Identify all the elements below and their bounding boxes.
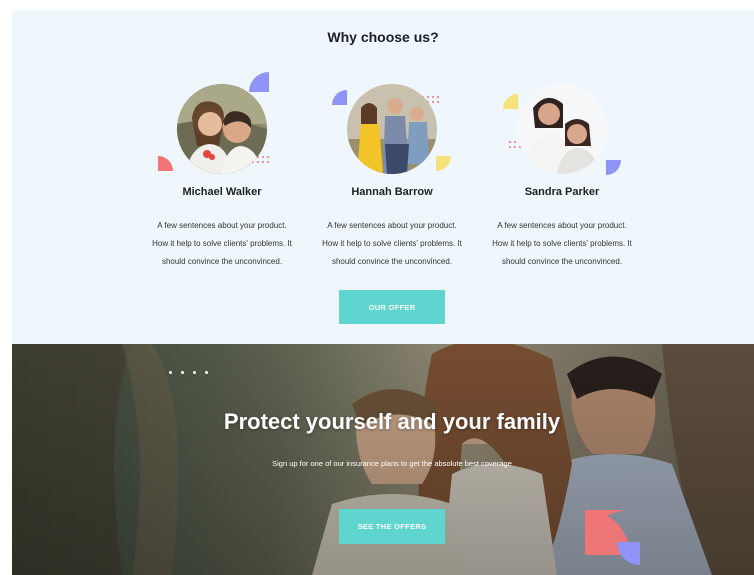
see-offers-button[interactable]: SEE THE OFFERS: [339, 509, 445, 544]
quarter-circle-deco: [158, 156, 173, 171]
quarter-circle-deco: [503, 94, 518, 109]
section-title: Why choose us?: [327, 29, 439, 45]
card-name: Sandra Parker: [524, 186, 600, 198]
card-description: A few sentences about your product. How …: [152, 221, 292, 266]
hero-title: Protect yourself and your family: [223, 409, 561, 434]
avatar: [347, 84, 437, 174]
dots-deco: [169, 371, 208, 374]
family-photo: [347, 84, 437, 174]
our-offer-button[interactable]: OUR OFFER: [339, 290, 445, 324]
mother-daughter-photo: [517, 84, 607, 174]
avatar: [177, 84, 267, 174]
why-choose-us-section: Why choose us? Michael Walker A few sent…: [12, 10, 754, 344]
card-description: A few sentences about your product. How …: [492, 221, 632, 266]
card-name: Hannah Barrow: [351, 186, 433, 198]
quarter-circle-deco: [606, 160, 621, 175]
quarter-circle-deco: [332, 90, 347, 105]
card-name: Michael Walker: [182, 186, 262, 198]
hero-subtitle: Sign up for one of our insurance plans t…: [272, 459, 512, 468]
couple-photo: [177, 84, 267, 174]
card-description: A few sentences about your product. How …: [322, 221, 462, 266]
quarter-circle-deco: [436, 156, 451, 171]
avatar: [517, 84, 607, 174]
quarter-circle-deco: [249, 72, 269, 92]
hero-section: Protect yourself and your family Sign up…: [12, 344, 754, 575]
